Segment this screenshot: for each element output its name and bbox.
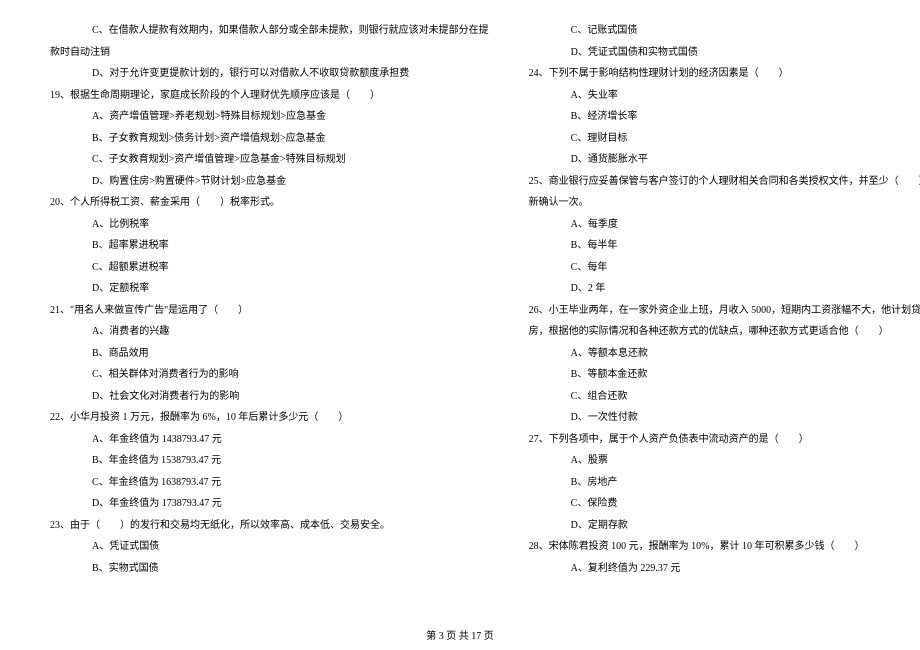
text-line: B、房地产 <box>529 472 920 494</box>
text-line: C、相关群体对消费者行为的影响 <box>50 364 489 386</box>
text-line: D、定额税率 <box>50 278 489 300</box>
text-line: A、股票 <box>529 450 920 472</box>
text-line: C、每年 <box>529 257 920 279</box>
text-line: B、子女教育规划>债务计划>资产增值规划>应急基金 <box>50 128 489 150</box>
text-line: 24、下列不属于影响结构性理财计划的经济因素是（ ） <box>529 63 920 85</box>
text-line: A、凭证式国债 <box>50 536 489 558</box>
text-line: B、商品效用 <box>50 343 489 365</box>
text-line: C、保险费 <box>529 493 920 515</box>
text-line: 22、小华月投资 1 万元，报酬率为 6%，10 年后累计多少元（ ） <box>50 407 489 429</box>
text-line: D、定期存款 <box>529 515 920 537</box>
text-line: A、失业率 <box>529 85 920 107</box>
text-line: C、理财目标 <box>529 128 920 150</box>
text-line: C、记账式国债 <box>529 20 920 42</box>
text-line: B、经济增长率 <box>529 106 920 128</box>
text-line: D、年金终值为 1738793.47 元 <box>50 493 489 515</box>
text-line: A、年金终值为 1438793.47 元 <box>50 429 489 451</box>
text-line: A、资产增值管理>养老规划>特殊目标规划>应急基金 <box>50 106 489 128</box>
text-line: 款时自动注销 <box>50 42 489 64</box>
text-line: C、子女教育规划>资产增值管理>应急基金>特殊目标规划 <box>50 149 489 171</box>
text-line: C、组合还款 <box>529 386 920 408</box>
text-line: 新确认一次。 <box>529 192 920 214</box>
text-line: D、购置住房>购置硬件>节财计划>应急基金 <box>50 171 489 193</box>
text-line: B、每半年 <box>529 235 920 257</box>
text-line: C、在借款人提款有效期内，如果借款人部分或全部未提款，则银行就应该对未提部分在提 <box>50 20 489 42</box>
text-line: 26、小王毕业两年，在一家外资企业上班，月收入 5000，短期内工资涨幅不大，他… <box>529 300 920 322</box>
text-line: A、比例税率 <box>50 214 489 236</box>
text-line: 27、下列各项中，属于个人资产负债表中流动资产的是（ ） <box>529 429 920 451</box>
text-line: A、等额本息还款 <box>529 343 920 365</box>
text-line: D、社会文化对消费者行为的影响 <box>50 386 489 408</box>
text-line: 25、商业银行应妥善保管与客户签订的个人理财相关合同和各类授权文件，并至少（ ）… <box>529 171 920 193</box>
text-line: A、消费者的兴趣 <box>50 321 489 343</box>
text-line: A、每季度 <box>529 214 920 236</box>
right-column: C、记账式国债D、凭证式国债和实物式国债24、下列不属于影响结构性理财计划的经济… <box>529 20 920 579</box>
text-line: B、超率累进税率 <box>50 235 489 257</box>
left-column: C、在借款人提款有效期内，如果借款人部分或全部未提款，则银行就应该对未提部分在提… <box>50 20 489 579</box>
text-line: B、等额本金还款 <box>529 364 920 386</box>
text-line: D、一次性付款 <box>529 407 920 429</box>
text-line: C、超额累进税率 <box>50 257 489 279</box>
text-line: 23、由于（ ）的发行和交易均无纸化，所以效率高、成本低、交易安全。 <box>50 515 489 537</box>
text-line: 21、"用名人来做宣传广告"是运用了（ ） <box>50 300 489 322</box>
text-line: D、对于允许变更提款计划的，银行可以对借款人不收取贷款额度承担费 <box>50 63 489 85</box>
text-line: B、年金终值为 1538793.47 元 <box>50 450 489 472</box>
text-line: D、凭证式国债和实物式国债 <box>529 42 920 64</box>
text-line: 20、个人所得税工资、薪金采用（ ）税率形式。 <box>50 192 489 214</box>
text-line: A、复利终值为 229.37 元 <box>529 558 920 580</box>
text-line: B、实物式国债 <box>50 558 489 580</box>
text-line: 房，根据他的实际情况和各种还款方式的优缺点，哪种还款方式更适合他（ ） <box>529 321 920 343</box>
text-line: D、通货膨胀水平 <box>529 149 920 171</box>
text-line: 28、宋体陈君投资 100 元，报酬率为 10%，累计 10 年可积累多少钱（ … <box>529 536 920 558</box>
text-line: D、2 年 <box>529 278 920 300</box>
page-footer: 第 3 页 共 17 页 <box>0 627 920 642</box>
text-line: 19、根据生命周期理论，家庭成长阶段的个人理财优先顺序应该是（ ） <box>50 85 489 107</box>
text-line: C、年金终值为 1638793.47 元 <box>50 472 489 494</box>
